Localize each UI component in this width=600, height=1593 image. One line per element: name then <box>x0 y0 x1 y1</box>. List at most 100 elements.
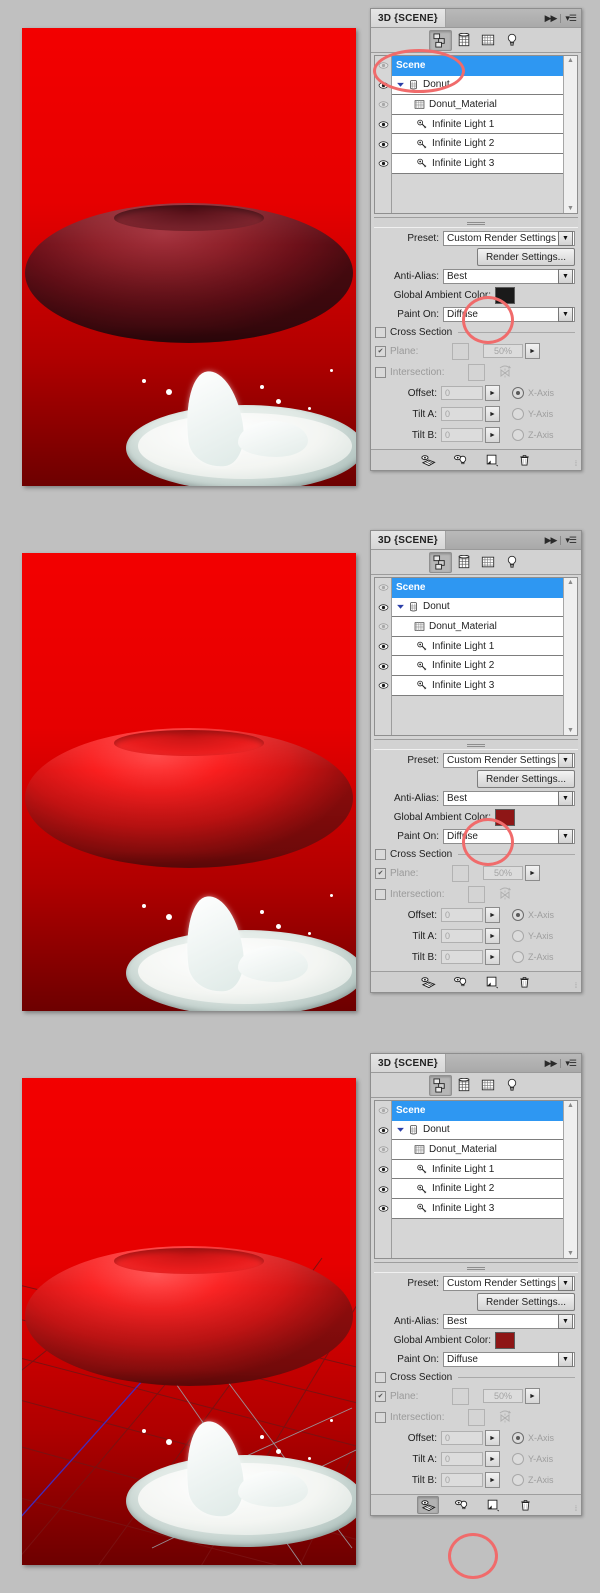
toggle-light-guides-button[interactable] <box>451 1497 471 1513</box>
tilt-b-input[interactable]: 0 <box>441 428 483 443</box>
tree-row[interactable]: Infinite Light 1 <box>392 115 563 135</box>
tree-row[interactable]: Donut <box>392 1121 563 1141</box>
panel-splitter[interactable] <box>374 216 578 228</box>
visibility-toggle[interactable] <box>375 154 391 174</box>
intersection-checkbox[interactable] <box>375 1411 386 1423</box>
offset-stepper[interactable]: ► <box>485 907 500 924</box>
paint-on-dropdown[interactable]: Diffuse ▼ <box>443 828 575 844</box>
panel-controls[interactable]: ▶▶ ▾☰ <box>539 531 581 549</box>
tree-row[interactable]: Infinite Light 1 <box>392 1160 563 1180</box>
eye-dim-icon[interactable] <box>377 60 390 71</box>
tilt-a-stepper[interactable]: ► <box>485 928 500 945</box>
mesh-tab[interactable] <box>453 1075 476 1096</box>
render-settings-button[interactable]: Render Settings... <box>476 248 575 267</box>
eye-icon[interactable] <box>377 1184 390 1195</box>
panel-title-tab[interactable]: 3D {SCENE} <box>371 1054 446 1072</box>
new-light-button[interactable] <box>482 452 502 468</box>
eye-icon[interactable] <box>377 602 390 613</box>
resize-grip[interactable]: ⁞ <box>575 983 578 990</box>
scene-tab[interactable] <box>428 1074 452 1096</box>
z-axis-radio[interactable] <box>512 1474 524 1487</box>
3d-panel-1[interactable]: 3D {SCENE} ▶▶ ▾☰ Scene Donut Donut_Material In… <box>370 8 582 471</box>
visibility-toggle[interactable] <box>375 95 391 115</box>
tilt-a-stepper[interactable]: ► <box>485 1451 500 1468</box>
plane-checkbox[interactable]: ✔ <box>375 1390 386 1402</box>
offset-input[interactable]: 0 <box>441 386 483 401</box>
scroll-up-arrow[interactable]: ▲ <box>567 579 574 586</box>
toggle-ground-plane-button[interactable] <box>418 974 438 990</box>
tree-row[interactable]: Scene <box>392 56 563 76</box>
eye-icon[interactable] <box>377 1164 390 1175</box>
plane-opacity-value[interactable]: 50% <box>483 344 523 359</box>
scroll-down-arrow[interactable]: ▼ <box>567 727 574 734</box>
flip-cross-section-icon[interactable] <box>497 1409 513 1425</box>
intersection-color-swatch[interactable] <box>468 885 485 903</box>
eye-dim-icon[interactable] <box>377 1105 390 1116</box>
plane-opacity-stepper[interactable]: ► <box>525 865 540 882</box>
eye-dim-icon[interactable] <box>377 99 390 110</box>
chevron-down-icon[interactable]: ▼ <box>558 1275 573 1291</box>
preset-dropdown[interactable]: Custom Render Settings ▼ <box>443 1275 575 1291</box>
offset-stepper[interactable]: ► <box>485 1430 500 1447</box>
scroll-up-arrow[interactable]: ▲ <box>567 1102 574 1109</box>
x-axis-radio[interactable] <box>512 387 524 400</box>
lights-tab[interactable] <box>501 30 524 51</box>
disclosure-triangle[interactable] <box>396 80 405 89</box>
resize-grip[interactable]: ⁞ <box>575 461 578 468</box>
eye-icon[interactable] <box>377 80 390 91</box>
visibility-toggle[interactable] <box>375 56 391 76</box>
visibility-toggle[interactable] <box>375 1140 391 1160</box>
chevron-down-icon[interactable]: ▼ <box>558 1313 573 1329</box>
eye-icon[interactable] <box>377 1203 390 1214</box>
z-axis-radio[interactable] <box>512 429 524 442</box>
mesh-tab[interactable] <box>453 552 476 573</box>
scene-tree[interactable]: Scene Donut Donut_Material Infinite Light 1… <box>374 577 578 736</box>
visibility-toggle[interactable] <box>375 115 391 135</box>
eye-icon[interactable] <box>377 139 390 150</box>
cross-section-checkbox[interactable] <box>375 848 386 860</box>
toggle-ground-plane-button[interactable] <box>417 1495 439 1514</box>
tree-row[interactable]: Scene <box>392 578 563 598</box>
tree-scrollbar[interactable]: ▲ ▼ <box>563 56 577 213</box>
new-light-button[interactable] <box>482 974 502 990</box>
scene-tree[interactable]: Scene Donut Donut_Material Infinite Light 1… <box>374 55 578 214</box>
z-axis-radio[interactable] <box>512 951 524 964</box>
tree-row[interactable]: Infinite Light 1 <box>392 637 563 657</box>
tilt-a-stepper[interactable]: ► <box>485 406 500 423</box>
chevron-down-icon[interactable]: ▼ <box>558 230 573 246</box>
panel-splitter[interactable] <box>374 1261 578 1273</box>
x-axis-radio[interactable] <box>512 909 524 922</box>
tree-row[interactable]: Infinite Light 3 <box>392 676 563 696</box>
visibility-toggle[interactable] <box>375 578 391 598</box>
eye-dim-icon[interactable] <box>377 1144 390 1155</box>
visibility-toggle[interactable] <box>375 1121 391 1141</box>
visibility-toggle[interactable] <box>375 676 391 696</box>
y-axis-radio[interactable] <box>512 1453 524 1466</box>
flip-cross-section-icon[interactable] <box>497 364 513 380</box>
materials-tab[interactable] <box>477 1075 500 1096</box>
panel-splitter[interactable] <box>374 738 578 750</box>
plane-opacity-value[interactable]: 50% <box>483 866 523 881</box>
x-axis-radio[interactable] <box>512 1432 524 1445</box>
plane-color-swatch[interactable] <box>452 864 469 882</box>
tilt-b-stepper[interactable]: ► <box>485 427 500 444</box>
cross-section-row[interactable]: Cross Section <box>375 325 575 340</box>
tree-row[interactable]: Infinite Light 2 <box>392 134 563 154</box>
toggle-light-guides-button[interactable] <box>450 452 470 468</box>
paint-on-dropdown[interactable]: Diffuse ▼ <box>443 306 575 322</box>
render-settings-button[interactable]: Render Settings... <box>476 770 575 789</box>
global-ambient-color-swatch[interactable] <box>495 1331 515 1349</box>
scene-tree[interactable]: Scene Donut Donut_Material Infinite Light 1… <box>374 1100 578 1259</box>
delete-button[interactable] <box>514 974 534 990</box>
plane-checkbox[interactable]: ✔ <box>375 867 386 879</box>
3d-panel-3[interactable]: 3D {SCENE} ▶▶ ▾☰ Scene Donut Donut_Material In… <box>370 1053 582 1516</box>
resize-grip[interactable]: ⁞ <box>575 1506 578 1513</box>
intersection-checkbox[interactable] <box>375 366 386 378</box>
y-axis-radio[interactable] <box>512 930 524 943</box>
panel-menu-icon[interactable]: ▾☰ <box>565 1058 577 1069</box>
cross-section-checkbox[interactable] <box>375 326 386 338</box>
eye-icon[interactable] <box>377 661 390 672</box>
eye-icon[interactable] <box>377 1125 390 1136</box>
tree-scrollbar[interactable]: ▲ ▼ <box>563 578 577 735</box>
panel-menu-icon[interactable]: ▾☰ <box>565 535 577 546</box>
